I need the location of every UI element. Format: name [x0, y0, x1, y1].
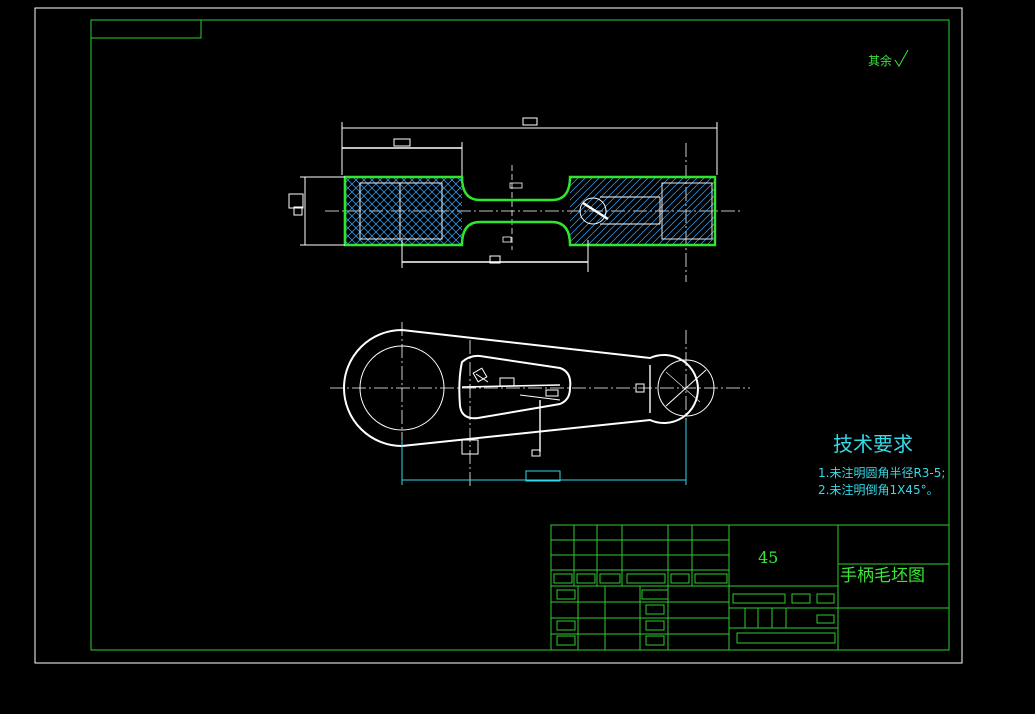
roughness-symbol-icon: [894, 49, 909, 67]
plan-view: [330, 322, 750, 488]
drawing-code-box: [90, 19, 202, 39]
tech-item-1: 1.未注明圆角半径R3-5;: [818, 465, 945, 480]
surface-note-text: 其余: [868, 53, 892, 68]
drawing-title: 手柄毛坯图: [840, 566, 925, 586]
tech-heading: 技术要求: [833, 432, 913, 456]
section-view: [288, 117, 740, 282]
cad-drawing: 其余 技术要求 1.未注明圆角半径R3-5; 2.未注明倒角1X45°。 45 …: [34, 7, 963, 664]
tech-requirements: 技术要求 1.未注明圆角半径R3-5; 2.未注明倒角1X45°。: [818, 432, 945, 497]
material-value: 45: [758, 548, 778, 567]
drawing-border: [90, 19, 950, 651]
sheet-frame: [34, 7, 963, 664]
tech-item-2: 2.未注明倒角1X45°。: [818, 482, 939, 497]
title-block: [550, 524, 950, 651]
surface-finish-note: 其余: [868, 49, 909, 68]
